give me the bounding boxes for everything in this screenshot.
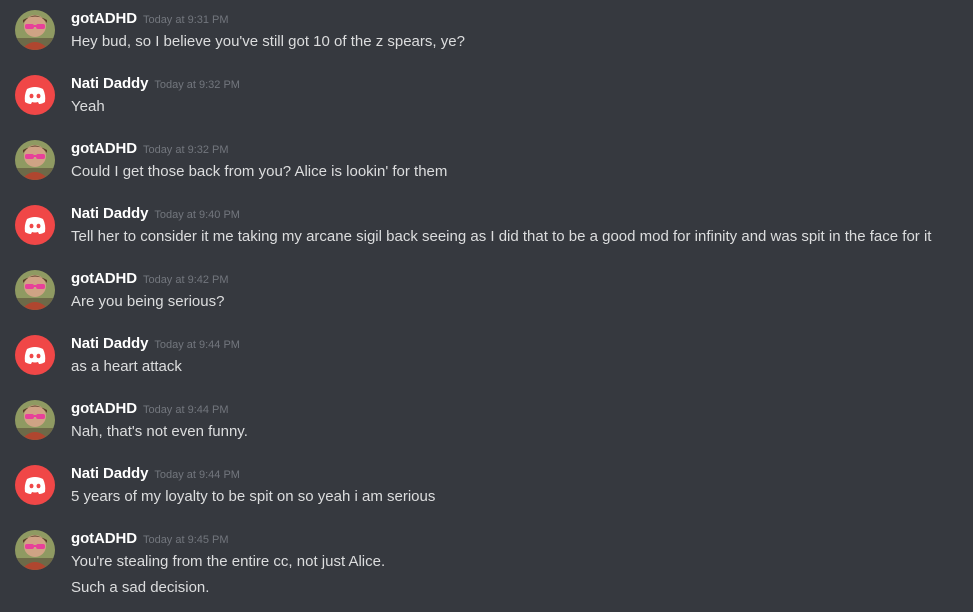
message-text: You're stealing from the entire cc, not … xyxy=(71,553,386,570)
message-text: Yeah xyxy=(71,98,105,115)
message-header: Nati Daddy Today at 9:44 PM xyxy=(71,335,240,355)
timestamp: Today at 9:31 PM xyxy=(142,14,229,26)
discord-logo-icon xyxy=(15,205,55,245)
timestamp: Today at 9:44 PM xyxy=(142,404,229,416)
user-avatar[interactable] xyxy=(15,140,55,180)
message-content: 5 years of my loyalty to be spit on so y… xyxy=(71,487,435,507)
message-header: gotADHD Today at 9:44 PM xyxy=(71,400,229,420)
message-text: 5 years of my loyalty to be spit on so y… xyxy=(71,488,436,505)
chat-messages: gotADHD Today at 9:31 PM Hey bud, so I be… xyxy=(0,0,973,612)
message-header: Nati Daddy Today at 9:44 PM xyxy=(71,465,240,485)
user-avatar[interactable] xyxy=(15,270,55,310)
timestamp: Today at 9:32 PM xyxy=(142,144,229,156)
message-text: Nah, that's not even funny. xyxy=(71,423,248,440)
user-avatar[interactable] xyxy=(15,75,55,115)
message-text: Are you being serious? xyxy=(71,293,225,310)
message-content: as a heart attack xyxy=(71,357,182,377)
message-content: You're stealing from the entire cc, not … xyxy=(71,552,385,598)
message-content: Hey bud, so I believe you've still got 1… xyxy=(71,32,465,52)
message-content: Are you being serious? xyxy=(71,292,224,312)
user-avatar-photo xyxy=(15,140,55,180)
user-avatar[interactable] xyxy=(15,205,55,245)
message-text: Such a sad decision. xyxy=(71,579,210,596)
timestamp: Today at 9:45 PM xyxy=(142,534,229,546)
username[interactable]: Nati Daddy xyxy=(71,335,148,352)
user-avatar[interactable] xyxy=(15,465,55,505)
user-avatar-photo xyxy=(15,10,55,50)
timestamp: Today at 9:44 PM xyxy=(154,469,240,481)
message-text: Hey bud, so I believe you've still got 1… xyxy=(71,33,465,50)
username[interactable]: gotADHD xyxy=(71,140,137,157)
message-header: gotADHD Today at 9:31 PM xyxy=(71,10,229,30)
timestamp: Today at 9:32 PM xyxy=(154,79,240,91)
message-content: Yeah xyxy=(71,97,105,117)
user-avatar[interactable] xyxy=(15,530,55,570)
username[interactable]: Nati Daddy xyxy=(71,465,148,482)
username[interactable]: gotADHD xyxy=(71,400,137,417)
message-text: as a heart attack xyxy=(71,358,182,375)
username[interactable]: Nati Daddy xyxy=(71,75,148,92)
discord-logo-icon xyxy=(15,335,55,375)
timestamp: Today at 9:42 PM xyxy=(142,274,229,286)
message-content: Nah, that's not even funny. xyxy=(71,422,248,442)
username[interactable]: gotADHD xyxy=(71,270,137,287)
message-text: Tell her to consider it me taking my arc… xyxy=(71,228,932,245)
username[interactable]: gotADHD xyxy=(71,530,137,547)
message-content: Could I get those back from you? Alice i… xyxy=(71,162,447,182)
discord-logo-icon xyxy=(15,75,55,115)
message-text: Could I get those back from you? Alice i… xyxy=(71,163,448,180)
message-header: gotADHD Today at 9:42 PM xyxy=(71,270,229,290)
user-avatar[interactable] xyxy=(15,400,55,440)
username[interactable]: gotADHD xyxy=(71,10,137,27)
username[interactable]: Nati Daddy xyxy=(71,205,148,222)
message-content: Tell her to consider it me taking my arc… xyxy=(71,227,931,247)
timestamp: Today at 9:40 PM xyxy=(154,209,240,221)
user-avatar[interactable] xyxy=(15,10,55,50)
message-header: gotADHD Today at 9:45 PM xyxy=(71,530,229,550)
message-header: Nati Daddy Today at 9:32 PM xyxy=(71,75,240,95)
timestamp: Today at 9:44 PM xyxy=(154,339,240,351)
user-avatar-photo xyxy=(15,400,55,440)
user-avatar-photo xyxy=(15,270,55,310)
user-avatar[interactable] xyxy=(15,335,55,375)
discord-logo-icon xyxy=(15,465,55,505)
message-header: gotADHD Today at 9:32 PM xyxy=(71,140,229,160)
user-avatar-photo xyxy=(15,530,55,570)
message-header: Nati Daddy Today at 9:40 PM xyxy=(71,205,240,225)
